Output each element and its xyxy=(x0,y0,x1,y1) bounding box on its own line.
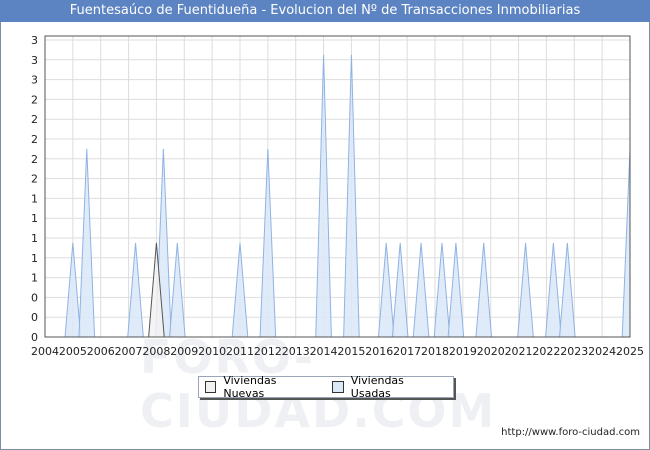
legend-label-usadas: Viviendas Usadas xyxy=(350,374,404,400)
usadas-spike xyxy=(231,242,249,338)
x-tick-label: 2006 xyxy=(87,345,115,358)
source-credit: http://www.foro-ciudad.com xyxy=(501,427,640,438)
x-tick-label: 2005 xyxy=(59,345,87,358)
y-tick-label: 2 xyxy=(31,173,38,186)
usadas-spike xyxy=(447,242,465,338)
x-tick-label: 2016 xyxy=(365,345,393,358)
x-tick-label: 2018 xyxy=(421,345,449,358)
y-tick-label: 3 xyxy=(31,74,38,87)
usadas-spike xyxy=(545,242,562,338)
x-tick-label: 2021 xyxy=(505,345,533,358)
x-tick-label: 2014 xyxy=(310,345,338,358)
usadas-spike xyxy=(475,242,493,338)
y-tick-label: 3 xyxy=(31,54,38,67)
y-tick-label: 1 xyxy=(31,252,38,265)
x-tick-label: 2022 xyxy=(532,345,560,358)
y-tick-label: 2 xyxy=(31,133,38,146)
x-tick-label: 2011 xyxy=(226,345,254,358)
usadas-spike xyxy=(259,148,277,338)
area-layer xyxy=(64,54,631,338)
y-tick-label: 1 xyxy=(31,192,38,205)
usadas-spike xyxy=(377,242,395,338)
x-tick-label: 2023 xyxy=(560,345,588,358)
x-tick-label: 2008 xyxy=(142,345,170,358)
x-tick-label: 2012 xyxy=(254,345,282,358)
legend: Viviendas Nuevas Viviendas Usadas xyxy=(198,374,454,400)
x-tick-label: 2020 xyxy=(477,345,505,358)
y-tick-label: 3 xyxy=(31,34,38,47)
x-tick-label: 2010 xyxy=(198,345,226,358)
x-tick-label: 2013 xyxy=(282,345,310,358)
x-tick-label: 2017 xyxy=(393,345,421,358)
y-tick-label: 1 xyxy=(31,232,38,245)
legend-swatch-nuevas xyxy=(205,381,217,393)
y-tick-label: 1 xyxy=(31,272,38,285)
usadas-spike xyxy=(621,148,631,338)
usadas-spike xyxy=(315,54,332,338)
usadas-spike xyxy=(412,242,430,338)
x-tick-label: 2007 xyxy=(115,345,143,358)
y-tick-label: 0 xyxy=(31,291,38,304)
y-tick-label: 0 xyxy=(31,331,38,344)
usadas-spike xyxy=(78,148,96,338)
y-tick-label: 2 xyxy=(31,153,38,166)
x-tick-label: 2019 xyxy=(449,345,477,358)
legend-label-nuevas: Viviendas Nuevas xyxy=(223,374,277,400)
usadas-spike xyxy=(64,242,82,338)
x-tick-label: 2024 xyxy=(588,345,616,358)
x-tick-label: 2015 xyxy=(337,345,365,358)
usadas-spike xyxy=(168,242,186,338)
usadas-spike xyxy=(558,242,576,338)
usadas-spike xyxy=(433,242,451,338)
usadas-spike xyxy=(517,242,534,338)
x-tick-label: 2004 xyxy=(31,345,59,358)
legend-swatch-usadas xyxy=(332,381,344,393)
x-tick-label: 2009 xyxy=(170,345,198,358)
usadas-spike xyxy=(343,54,360,338)
legend-item-nuevas: Viviendas Nuevas xyxy=(205,374,314,400)
usadas-spike xyxy=(391,242,409,338)
x-tick-label: 2025 xyxy=(616,345,644,358)
legend-item-usadas: Viviendas Usadas xyxy=(332,374,441,400)
y-tick-label: 2 xyxy=(31,113,38,126)
y-tick-label: 2 xyxy=(31,93,38,106)
usadas-spike xyxy=(127,242,144,338)
y-tick-label: 1 xyxy=(31,212,38,225)
y-tick-label: 0 xyxy=(31,311,38,324)
